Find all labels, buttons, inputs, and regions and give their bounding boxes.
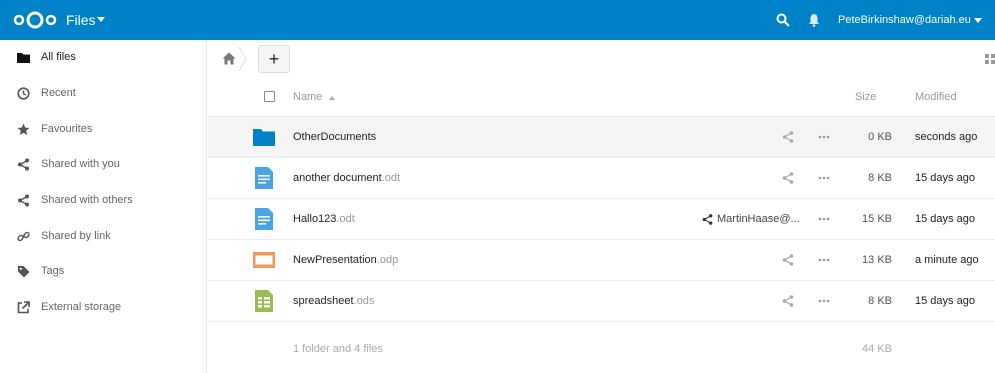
folder-icon (253, 129, 275, 146)
sidebar-item-shared-with-others[interactable]: Shared with others (0, 183, 207, 218)
share-icon[interactable] (782, 131, 794, 143)
presentation-file-icon (253, 252, 275, 268)
share-icon (702, 214, 713, 225)
table-row[interactable]: another document.odt 8 KB 15 days ago (208, 158, 995, 199)
file-modified: a minute ago (915, 254, 979, 266)
spreadsheet-file-icon (255, 290, 273, 312)
user-menu-caret-icon[interactable] (974, 18, 982, 23)
notifications-bell-icon[interactable] (808, 13, 820, 27)
more-actions-icon[interactable] (818, 299, 830, 303)
shared-with-user: MartinHaase@... (717, 213, 800, 225)
user-menu-name[interactable]: PeteBirkinshaw@dariah.eu (838, 14, 971, 26)
navigation-sidebar: All files Recent Favourites Shared with … (0, 40, 207, 373)
tag-icon (18, 266, 30, 278)
star-icon (17, 123, 30, 135)
file-name[interactable]: OtherDocuments (293, 131, 376, 143)
sidebar-item-external-storage[interactable]: External storage (0, 290, 207, 325)
search-icon[interactable] (776, 13, 790, 27)
document-file-icon (255, 208, 273, 230)
file-modified: seconds ago (915, 131, 978, 143)
file-name[interactable]: Hallo123.odt (293, 213, 355, 225)
sidebar-item-label: Favourites (41, 123, 93, 135)
sidebar-item-label: Shared with you (41, 158, 120, 170)
file-size: 0 KB (868, 131, 892, 143)
file-name[interactable]: another document.odt (293, 172, 400, 184)
table-row[interactable]: spreadsheet.ods 8 KB 15 days ago (208, 281, 995, 322)
sort-ascending-icon[interactable] (329, 96, 335, 100)
share-icon (18, 194, 29, 207)
add-new-button[interactable]: + (258, 45, 290, 73)
file-modified: 15 days ago (915, 213, 975, 225)
app-menu-title[interactable]: Files (66, 12, 96, 28)
clock-icon (17, 87, 30, 100)
file-size: 15 KB (862, 213, 892, 225)
file-size: 8 KB (868, 295, 892, 307)
sidebar-item-label: Tags (41, 265, 65, 277)
share-icon[interactable] (782, 172, 794, 184)
more-actions-icon[interactable] (818, 258, 830, 262)
file-name[interactable]: NewPresentation.odp (293, 254, 398, 266)
folder-icon (17, 53, 30, 63)
file-name[interactable]: spreadsheet.ods (293, 295, 374, 307)
external-icon (17, 301, 30, 314)
more-actions-icon[interactable] (818, 176, 830, 180)
sidebar-item-all-files[interactable]: All files (0, 40, 207, 75)
share-icon (18, 158, 29, 171)
breadcrumb-separator-icon (238, 46, 247, 72)
table-row[interactable]: OtherDocuments 0 KB seconds ago (208, 117, 995, 158)
share-icon[interactable] (782, 254, 794, 266)
home-icon[interactable] (222, 52, 236, 65)
sidebar-item-favourites[interactable]: Favourites (0, 112, 207, 147)
file-size: 8 KB (868, 172, 892, 184)
sidebar-item-shared-by-link[interactable]: Shared by link (0, 219, 207, 254)
add-new-label: + (268, 49, 280, 69)
more-actions-icon[interactable] (818, 135, 830, 139)
share-icon[interactable] (782, 295, 794, 307)
sidebar-item-label: Shared with others (41, 194, 133, 206)
nextcloud-logo-icon[interactable] (12, 10, 58, 30)
table-row[interactable]: NewPresentation.odp 13 KB a minute ago (208, 240, 995, 281)
file-modified: 15 days ago (915, 295, 975, 307)
grid-view-icon[interactable] (985, 54, 995, 64)
file-summary-size: 44 KB (862, 343, 892, 355)
sidebar-item-shared-with-you[interactable]: Shared with you (0, 147, 207, 182)
document-file-icon (255, 167, 273, 189)
column-header-name[interactable]: Name (293, 91, 322, 103)
sidebar-item-label: Shared by link (41, 230, 111, 242)
column-header-modified[interactable]: Modified (915, 91, 957, 103)
column-header-size[interactable]: Size (855, 91, 876, 103)
files-main-content: + Name Size Modified OtherDocuments 0 KB… (208, 40, 995, 373)
file-summary: 1 folder and 4 files (293, 343, 383, 355)
sidebar-item-recent[interactable]: Recent (0, 76, 207, 111)
sidebar-item-label: Recent (41, 87, 76, 99)
more-actions-icon[interactable] (818, 217, 830, 221)
app-header: Files PeteBirkinshaw@dariah.eu (0, 0, 995, 40)
app-menu-caret-icon[interactable] (97, 17, 105, 22)
select-all-checkbox[interactable] (264, 91, 275, 102)
sidebar-item-tags[interactable]: Tags (0, 254, 207, 289)
file-size: 13 KB (862, 254, 892, 266)
file-modified: 15 days ago (915, 172, 975, 184)
link-icon (17, 231, 30, 242)
sidebar-item-label: External storage (41, 301, 122, 313)
sidebar-item-label: All files (41, 51, 76, 63)
table-row[interactable]: Hallo123.odt MartinHaase@... 15 KB 15 da… (208, 199, 995, 240)
